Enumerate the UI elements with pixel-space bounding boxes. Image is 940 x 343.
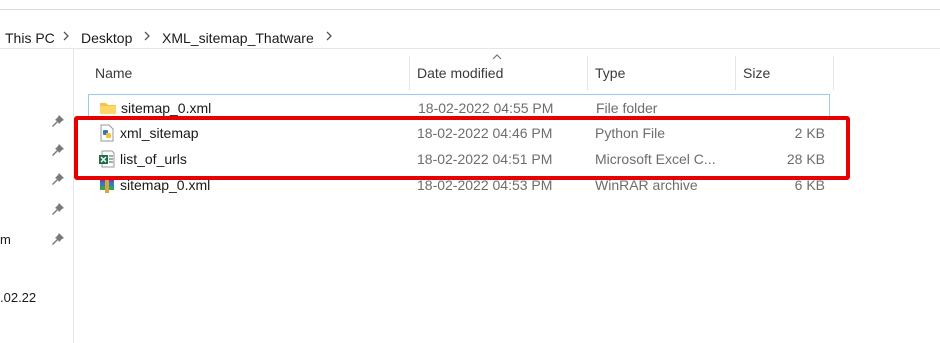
window-top-strip (0, 0, 940, 10)
nav-item-label[interactable]: m (0, 232, 11, 247)
folder-icon (100, 103, 116, 114)
column-header-type[interactable]: Type (595, 56, 625, 90)
column-divider[interactable] (735, 56, 736, 90)
pin-icon[interactable] (51, 114, 65, 128)
navigation-pane[interactable]: m .02.22 (0, 49, 74, 343)
file-type: File folder (596, 100, 658, 116)
annotation-highlight-box (74, 116, 850, 180)
file-name: sitemap_0.xml (121, 100, 212, 116)
column-divider[interactable] (409, 56, 410, 90)
column-header-size[interactable]: Size (743, 56, 770, 90)
file-date-modified: 18-02-2022 04:55 PM (418, 100, 554, 116)
address-bar[interactable]: This PC Desktop XML_sitemap_Thatware (0, 10, 940, 49)
pin-icon[interactable] (51, 172, 65, 186)
column-divider[interactable] (833, 56, 834, 90)
column-divider[interactable] (587, 56, 588, 90)
pin-icon[interactable] (51, 143, 65, 157)
pin-icon[interactable] (51, 202, 65, 216)
breadcrumb-this-pc[interactable]: This PC (5, 30, 55, 46)
nav-item-label[interactable]: .02.22 (0, 290, 36, 305)
breadcrumb-chevron-icon[interactable] (325, 29, 333, 45)
breadcrumb-desktop[interactable]: Desktop (81, 30, 132, 46)
column-header-date-modified[interactable]: Date modified (417, 56, 503, 90)
breadcrumb-chevron-icon[interactable] (143, 29, 151, 45)
breadcrumb-current-folder[interactable]: XML_sitemap_Thatware (162, 30, 314, 46)
column-header-name[interactable]: Name (95, 56, 132, 90)
breadcrumb-chevron-icon[interactable] (62, 29, 70, 45)
pin-icon[interactable] (51, 232, 65, 246)
